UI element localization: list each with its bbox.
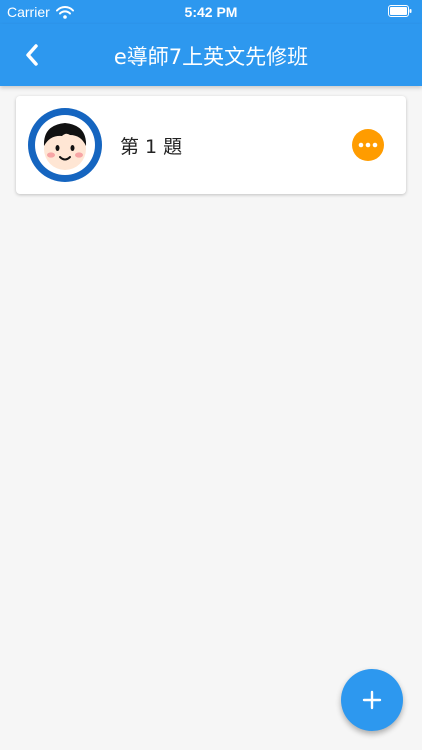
chevron-left-icon: [26, 44, 38, 66]
back-button[interactable]: [14, 38, 50, 72]
battery-icon: [388, 5, 412, 17]
status-bar: Carrier 5:42 PM: [0, 0, 422, 24]
list-item[interactable]: 第 1 題: [16, 96, 406, 194]
more-icon: [358, 142, 378, 148]
avatar: [28, 108, 102, 182]
page-title: e導師7上英文先修班: [113, 45, 309, 69]
nav-bar: e導師7上英文先修班: [0, 24, 422, 86]
status-time: 5:42 PM: [184, 4, 238, 20]
plus-icon: [362, 690, 382, 710]
more-options-button[interactable]: [352, 129, 384, 161]
child-face-icon: [43, 123, 87, 170]
add-button[interactable]: [341, 669, 403, 731]
list-item-title: 第 1 題: [120, 136, 183, 158]
